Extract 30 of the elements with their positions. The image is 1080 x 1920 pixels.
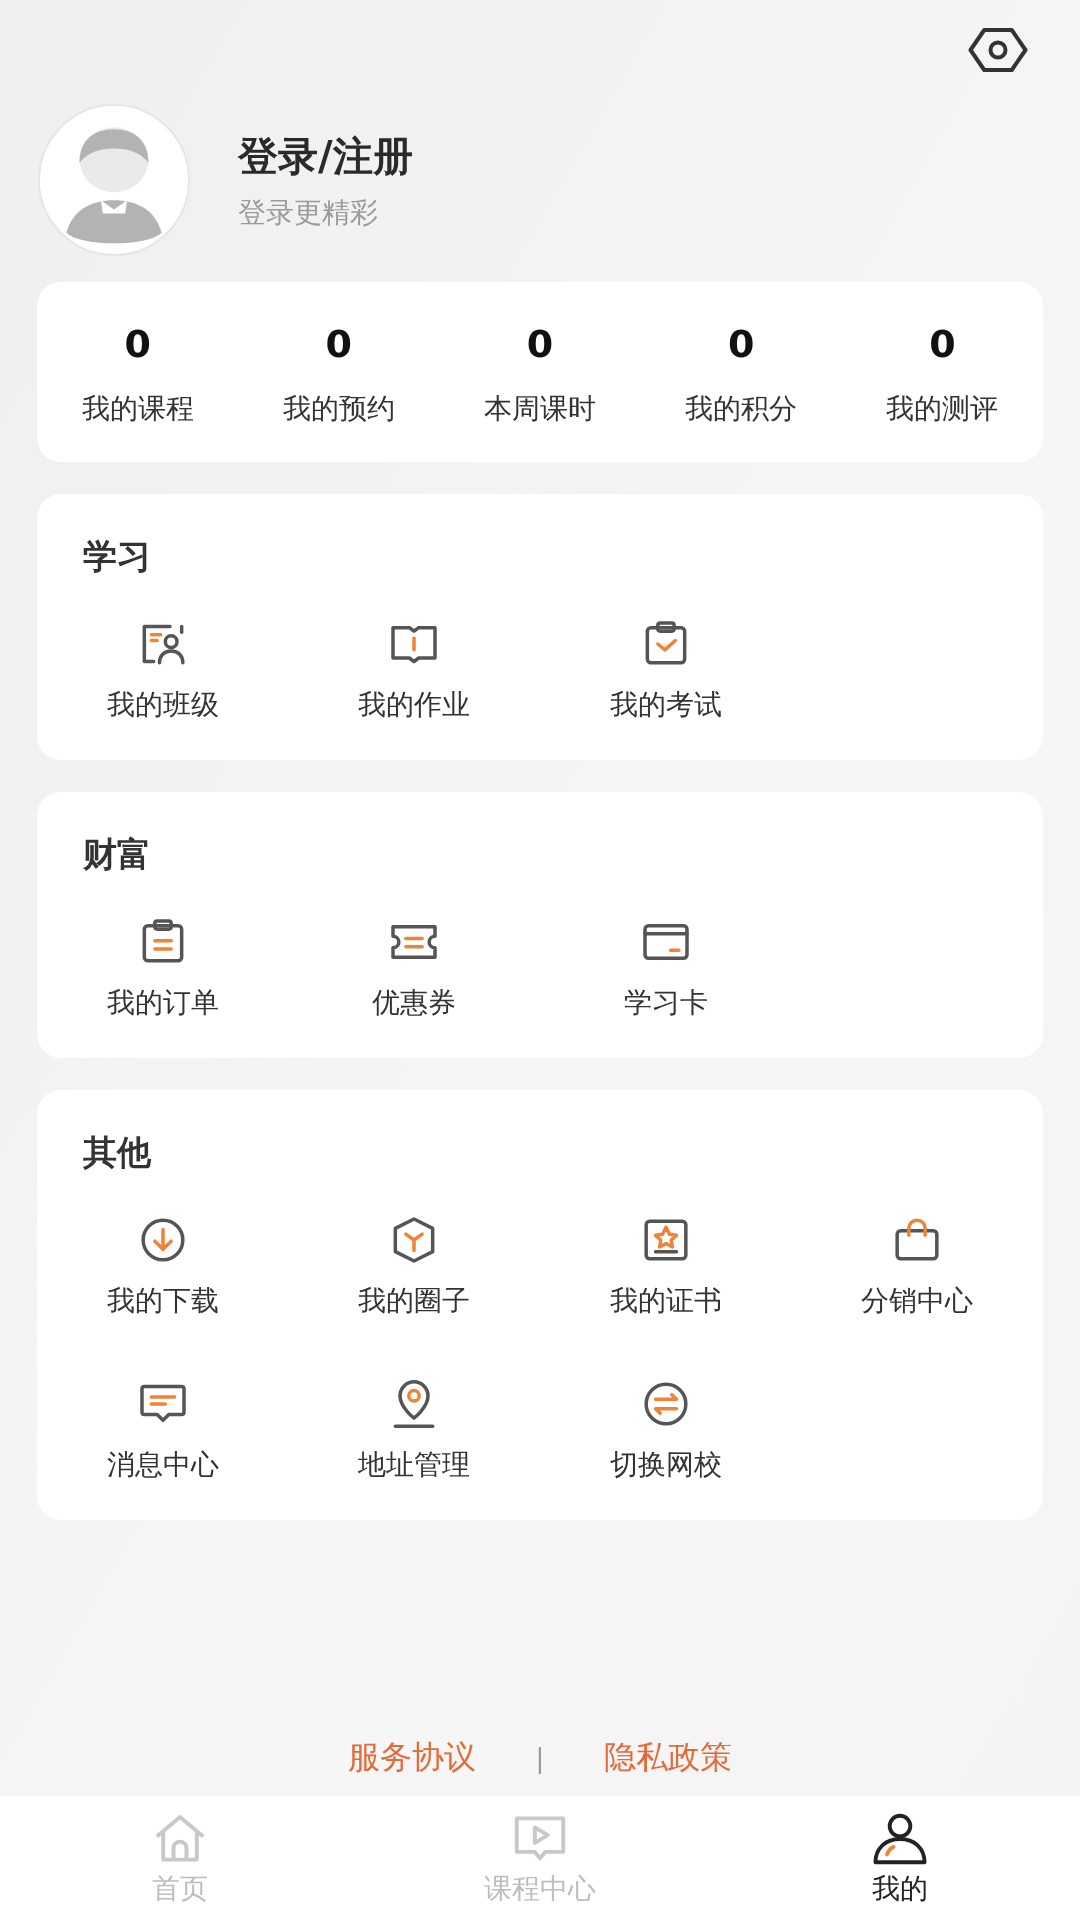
menu-item-label[interactable]: 我的班级 [106, 686, 219, 724]
stat-value: 0 [526, 322, 554, 366]
stat-label[interactable]: 我的积分 [685, 390, 798, 428]
stat-label[interactable]: 我的课程 [81, 390, 194, 428]
stat-value: 0 [728, 322, 755, 366]
menu-item-label[interactable]: 消息中心 [106, 1446, 219, 1484]
stat-value: 0 [325, 322, 353, 366]
menu-item-label[interactable]: 我的证书 [609, 1282, 722, 1320]
menu-item-label[interactable]: 切换网校 [609, 1446, 722, 1484]
stat-value: 0 [124, 322, 151, 366]
stat-label[interactable]: 本周课时 [484, 390, 596, 428]
login-register-link[interactable]: 登录/注册 [238, 128, 413, 184]
profile-subtitle: 登录更精彩 [238, 194, 379, 231]
tab[interactable]: 我的 [720, 1796, 1080, 1920]
section-title: 财富 [83, 833, 152, 876]
menu-item-label[interactable]: 优惠券 [372, 984, 457, 1022]
menu-item-label[interactable]: 分销中心 [861, 1282, 974, 1320]
menu-item-label[interactable]: 我的圈子 [358, 1282, 471, 1320]
menu-item-label[interactable]: 我的考试 [609, 686, 722, 724]
link-separator: | [535, 1743, 545, 1773]
menu-item-label[interactable]: 我的下载 [106, 1282, 219, 1320]
menu-item-label[interactable]: 学习卡 [623, 984, 708, 1022]
menu-item-label[interactable]: 我的订单 [106, 984, 219, 1022]
section-title: 其他 [83, 1131, 152, 1174]
stat-label[interactable]: 我的测评 [886, 390, 999, 428]
stat-value: 0 [929, 322, 956, 366]
menu-item-label[interactable]: 地址管理 [358, 1446, 471, 1484]
menu-item-label[interactable]: 我的作业 [358, 686, 471, 724]
section-title: 学习 [83, 535, 152, 578]
stat-label[interactable]: 我的预约 [282, 390, 395, 428]
